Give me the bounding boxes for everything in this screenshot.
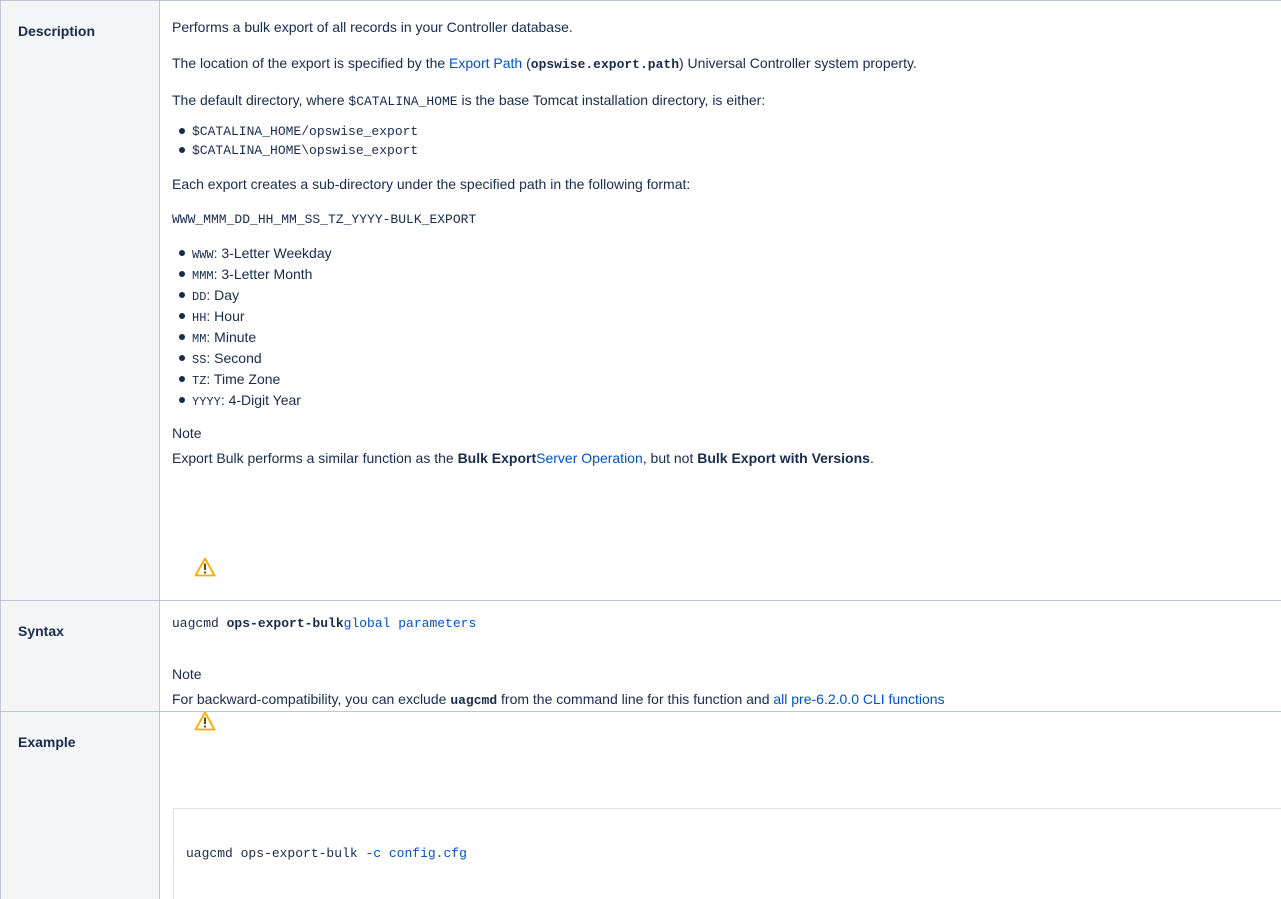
syntax-command: uagcmd ops-export-bulkglobal parameters — [172, 616, 477, 631]
subdir-paragraph: Each export creates a sub-directory unde… — [172, 176, 691, 192]
page: Description Performs a bulk export of al… — [0, 0, 1281, 899]
description-cell: Performs a bulk export of all records in… — [159, 0, 1281, 601]
syntax-header: Syntax — [0, 600, 160, 712]
syntax-cell: uagcmd ops-export-bulkglobal parameters … — [159, 600, 1281, 712]
example-code-block: uagcmd ops-export-bulk -c config.cfg — [173, 808, 1281, 899]
field-item: MM: Minute — [179, 328, 1281, 349]
field-item: WWW: 3-Letter Weekday — [179, 244, 1281, 265]
bulk-export-versions-bold: Bulk Export with Versions — [697, 450, 870, 466]
location-paragraph: The location of the export is specified … — [172, 53, 1281, 75]
path-item-unix: $CATALINA_HOME/opswise_export — [179, 122, 1281, 141]
format-string: WWW_MMM_DD_HH_MM_SS_TZ_YYYY-BULK_EXPORT — [172, 212, 477, 227]
bulk-export-bold: Bulk Export — [457, 450, 537, 466]
example-flag: -c — [365, 846, 382, 861]
location-text-before: The location of the export is specified … — [172, 55, 450, 71]
description-header: Description — [0, 0, 160, 601]
export-path-property: opswise.export.path — [530, 57, 679, 72]
reference-table: Description Performs a bulk export of al… — [0, 0, 1281, 899]
pre-620-cli-link[interactable]: all pre-6.2.0.0 CLI functions — [773, 691, 944, 707]
syntax-note-paragraph: For backward-compatibility, you can excl… — [172, 691, 945, 708]
uagcmd-code: uagcmd — [450, 693, 498, 708]
default-dir-after: is the base Tomcat installation director… — [457, 92, 766, 108]
example-config-file: config.cfg — [388, 846, 467, 861]
syntax-note-label: Note — [172, 666, 202, 682]
syntax-command-name: ops-export-bulk — [226, 616, 344, 631]
field-item: SS: Second — [179, 349, 1281, 370]
example-command: uagcmd ops-export-bulk -c config.cfg — [186, 846, 467, 861]
description-row: Description Performs a bulk export of al… — [0, 0, 1281, 601]
field-item: HH: Hour — [179, 307, 1281, 328]
field-item: TZ: Time Zone — [179, 370, 1281, 391]
location-text-after: ) Universal Controller system property. — [679, 55, 917, 71]
server-operation-link[interactable]: Server Operation — [536, 450, 643, 466]
export-path-link[interactable]: Export Path — [449, 55, 522, 71]
syntax-row: Syntax uagcmd ops-export-bulkglobal para… — [0, 600, 1281, 712]
default-path-list: $CATALINA_HOME/opswise_export $CATALINA_… — [172, 122, 1281, 160]
warning-icon — [194, 711, 216, 731]
catalina-home-var: $CATALINA_HOME — [348, 94, 458, 109]
path-item-windows: $CATALINA_HOME\opswise_export — [179, 141, 1281, 160]
format-field-list: WWW: 3-Letter Weekday MMM: 3-Letter Mont… — [172, 244, 1281, 412]
field-item: DD: Day — [179, 286, 1281, 307]
location-paren-open: ( — [522, 55, 531, 71]
example-header: Example — [0, 711, 160, 899]
description-intro: Performs a bulk export of all records in… — [172, 19, 573, 35]
global-parameters-link[interactable]: global parameters — [344, 616, 477, 631]
note-paragraph: Export Bulk performs a similar function … — [172, 450, 874, 466]
note-label: Note — [172, 425, 202, 441]
default-dir-paragraph: The default directory, where $CATALINA_H… — [172, 90, 1281, 112]
warning-icon — [194, 557, 216, 577]
default-dir-before: The default directory, where — [172, 92, 349, 108]
field-item: MMM: 3-Letter Month — [179, 265, 1281, 286]
field-item: YYYY: 4-Digit Year — [179, 391, 1281, 412]
